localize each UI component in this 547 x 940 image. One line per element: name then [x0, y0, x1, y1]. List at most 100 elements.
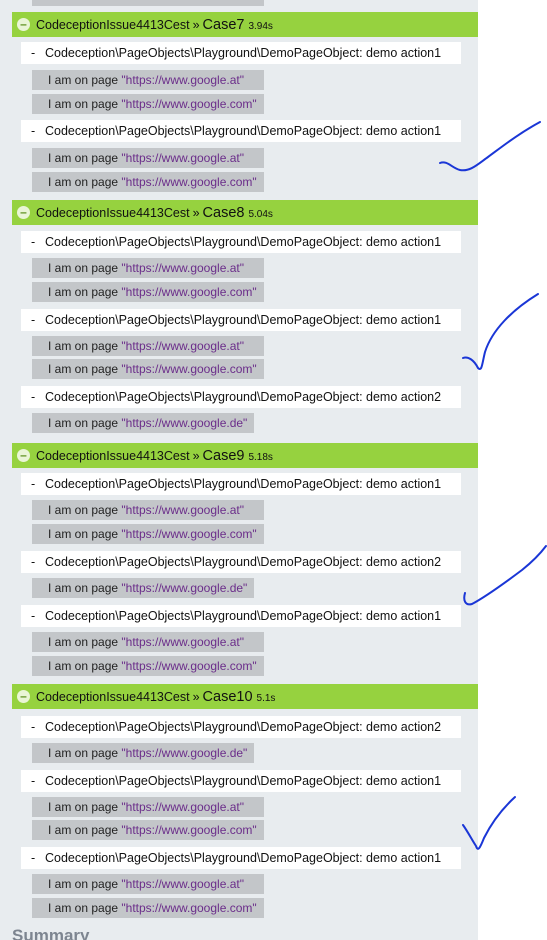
summary-heading: Summary [12, 926, 90, 940]
step-url: "https://www.google.at" [121, 503, 244, 517]
step-url: "https://www.google.com" [121, 527, 257, 541]
step-url: "https://www.google.de" [121, 581, 248, 595]
step-url: "https://www.google.com" [121, 901, 257, 915]
case-header-case10[interactable]: – CodeceptionIssue4413Cest» Case10 5.1s [12, 684, 478, 709]
action-dash: - [31, 124, 36, 138]
step-url: "https://www.google.com" [121, 659, 257, 673]
step-row: I am on page "https://www.google.at" [32, 632, 264, 652]
step-row: I am on page "https://www.google.at" [32, 797, 264, 817]
step-prefix: I am on page [48, 746, 122, 760]
action-dash: - [31, 774, 36, 788]
step-url: "https://www.google.com" [121, 823, 257, 837]
action-dash: - [31, 313, 36, 327]
step-url: "https://www.google.com" [121, 362, 257, 376]
step-row: I am on page "https://www.google.at" [32, 874, 264, 894]
cest-class-name: CodeceptionIssue4413Cest [36, 18, 190, 32]
step-url: "https://www.google.at" [121, 635, 244, 649]
action-row: - Codeception\PageObjects\Playground\Demo… [21, 551, 461, 573]
step-url: "https://www.google.de" [121, 416, 248, 430]
action-dash: - [31, 609, 36, 623]
action-text: Codeception\PageObjects\Playground\DemoP… [45, 235, 442, 249]
action-row: - Codeception\PageObjects\Playground\Demo… [21, 770, 461, 792]
separator: » [192, 449, 200, 463]
step-prefix: I am on page [48, 823, 122, 837]
separator: » [192, 18, 200, 32]
step-row: I am on page "https://www.google.com" [32, 898, 264, 918]
step-prefix: I am on page [48, 877, 122, 891]
cest-class-name: CodeceptionIssue4413Cest [36, 449, 190, 463]
step-row: I am on page "https://www.google.at" [32, 70, 264, 90]
step-prefix: I am on page [48, 503, 122, 517]
collapse-icon[interactable]: – [17, 449, 30, 462]
step-url: "https://www.google.at" [121, 339, 244, 353]
step-prefix: I am on page [48, 151, 122, 165]
collapse-icon[interactable]: – [17, 206, 30, 219]
action-text: Codeception\PageObjects\Playground\DemoP… [45, 313, 442, 327]
case-duration: 5.04s [248, 209, 273, 220]
step-prefix: I am on page [48, 261, 122, 275]
step-row: I am on page "https://www.google.at" [32, 148, 264, 168]
step-prefix: I am on page [48, 285, 122, 299]
step-url: "https://www.google.com" [121, 175, 257, 189]
case-header-case9[interactable]: – CodeceptionIssue4413Cest» Case9 5.18s [12, 443, 478, 468]
step-prefix: I am on page [48, 581, 122, 595]
step-prefix: I am on page [48, 339, 122, 353]
case-name: Case8 [202, 205, 245, 221]
step-url: "https://www.google.at" [121, 261, 244, 275]
step-row: I am on page "https://www.google.com" [32, 359, 264, 379]
step-url: "https://www.google.at" [121, 151, 244, 165]
action-text: Codeception\PageObjects\Playground\DemoP… [45, 46, 442, 60]
step-prefix: I am on page [48, 97, 122, 111]
step-url: "https://www.google.at" [121, 877, 244, 891]
step-row: I am on page "https://www.google.at" [32, 258, 264, 278]
action-text: Codeception\PageObjects\Playground\DemoP… [45, 477, 442, 491]
case-header-case8[interactable]: – CodeceptionIssue4413Cest» Case8 5.04s [12, 200, 478, 225]
action-dash: - [31, 555, 36, 569]
action-dash: - [31, 851, 36, 865]
step-row: I am on page "https://www.google.de" [32, 743, 254, 763]
step-row: I am on page "https://www.google.de" [32, 578, 254, 598]
action-row: - Codeception\PageObjects\Playground\Demo… [21, 847, 461, 869]
step-url: "https://www.google.com" [121, 97, 257, 111]
action-row: - Codeception\PageObjects\Playground\Demo… [21, 231, 461, 253]
step-prefix: I am on page [48, 635, 122, 649]
step-row: I am on page "https://www.google.com" [32, 656, 264, 676]
action-dash: - [31, 235, 36, 249]
step-prefix: I am on page [48, 73, 122, 87]
step-row: I am on page "https://www.google.com" [32, 94, 264, 114]
case-name: Case7 [202, 17, 245, 33]
step-prefix: I am on page [48, 800, 122, 814]
step-prefix: I am on page [48, 416, 122, 430]
action-text: Codeception\PageObjects\Playground\DemoP… [45, 609, 442, 623]
step-row: I am on page "https://www.google.at" [32, 500, 264, 520]
step-row: I am on page "https://www.google.de" [32, 413, 254, 433]
step-row: I am on page "https://www.google.com" [32, 820, 264, 840]
action-dash: - [31, 390, 36, 404]
step-url: "https://www.google.at" [121, 73, 244, 87]
step-url: "https://www.google.de" [121, 746, 248, 760]
test-report-panel: – CodeceptionIssue4413Cest» Case7 3.94s -C… [0, 0, 478, 940]
case-header-case7[interactable]: – CodeceptionIssue4413Cest» Case7 3.94s [12, 12, 478, 37]
action-row: - Codeception\PageObjects\Playground\Demo… [21, 473, 461, 495]
action-row: - Codeception\PageObjects\Playground\Demo… [21, 605, 461, 627]
action-text: Codeception\PageObjects\Playground\DemoP… [45, 390, 442, 404]
collapse-icon[interactable]: – [17, 18, 30, 31]
action-text: Codeception\PageObjects\Playground\DemoP… [45, 720, 442, 734]
action-dash: - [31, 477, 36, 491]
case-duration: 5.18s [248, 452, 273, 463]
action-dash: - [31, 46, 36, 60]
step-prefix: I am on page [48, 659, 122, 673]
step-prefix: I am on page [48, 362, 122, 376]
cest-class-name: CodeceptionIssue4413Cest [36, 206, 190, 220]
step-row: I am on page "https://www.google.at" [32, 336, 264, 356]
action-text: Codeception\PageObjects\Playground\DemoP… [45, 774, 442, 788]
case-duration: 5.1s [256, 693, 276, 704]
action-text: Codeception\PageObjects\Playground\DemoP… [45, 124, 442, 138]
action-row: - Codeception\PageObjects\Playground\Demo… [21, 309, 461, 331]
cest-class-name: CodeceptionIssue4413Cest [36, 690, 190, 704]
action-row: - Codeception\PageObjects\Playground\Demo… [21, 42, 461, 64]
collapse-icon[interactable]: – [17, 690, 30, 703]
step-prefix: I am on page [48, 175, 122, 189]
action-row: - Codeception\PageObjects\Playground\Demo… [21, 386, 461, 408]
previous-step-bar [32, 0, 264, 6]
